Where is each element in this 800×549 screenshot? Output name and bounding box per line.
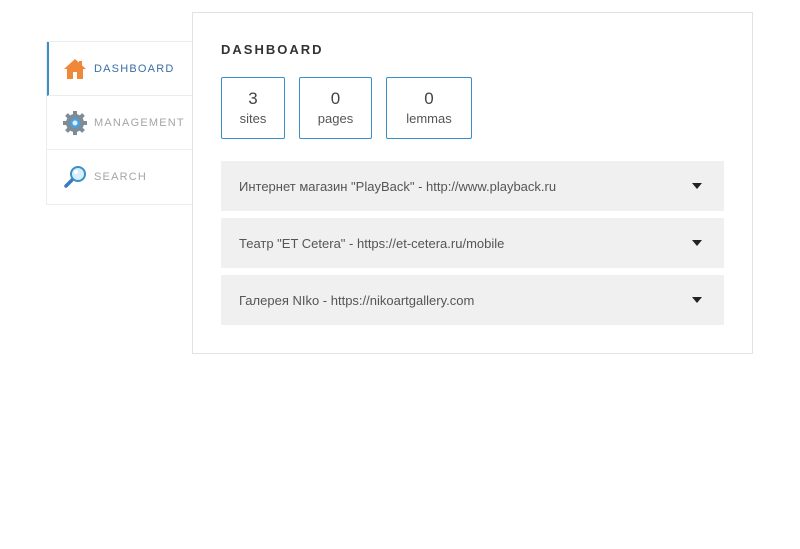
sidebar-item-management[interactable]: MANAGEMENT: [47, 96, 192, 150]
sidebar-nav: DASHBOARD MANAGEMENT SEARCH: [46, 41, 192, 205]
stat-card-sites: 3 sites: [221, 77, 285, 139]
magnifier-icon: [62, 164, 88, 190]
site-accordion-item[interactable]: Интернет магазин "PlayBack" - http://www…: [221, 161, 724, 211]
dashboard-panel: DASHBOARD 3 sites 0 pages 0 lemmas Интер…: [192, 12, 753, 354]
stat-label: sites: [239, 110, 267, 126]
stat-label: lemmas: [406, 110, 452, 126]
page-title: DASHBOARD: [221, 42, 324, 57]
site-accordion-item[interactable]: Галерея NIko - https://nikoartgallery.co…: [221, 275, 724, 325]
home-icon: [62, 56, 88, 82]
stat-card-lemmas: 0 lemmas: [386, 77, 472, 139]
sidebar-item-label: MANAGEMENT: [94, 116, 185, 129]
site-name: Театр "ET Cetera" - https://et-cetera.ru…: [239, 235, 505, 251]
sidebar-item-label: SEARCH: [94, 171, 148, 183]
sidebar-item-dashboard[interactable]: DASHBOARD: [47, 42, 192, 96]
chevron-down-icon[interactable]: [692, 183, 702, 189]
sidebar-item-label: DASHBOARD: [94, 62, 175, 75]
gear-icon: [62, 110, 88, 136]
stats-row: 3 sites 0 pages 0 lemmas: [221, 77, 486, 139]
site-name: Галерея NIko - https://nikoartgallery.co…: [239, 292, 475, 308]
site-list: Интернет магазин "PlayBack" - http://www…: [221, 161, 724, 332]
sidebar-item-search[interactable]: SEARCH: [47, 150, 192, 204]
chevron-down-icon[interactable]: [692, 297, 702, 303]
stat-value: 3: [248, 88, 258, 108]
stat-label: pages: [317, 110, 354, 126]
stat-value: 0: [424, 88, 434, 108]
chevron-down-icon[interactable]: [692, 240, 702, 246]
site-accordion-item[interactable]: Театр "ET Cetera" - https://et-cetera.ru…: [221, 218, 724, 268]
stat-value: 0: [330, 88, 341, 108]
stat-card-pages: 0 pages: [299, 77, 372, 139]
site-name: Интернет магазин "PlayBack" - http://www…: [239, 178, 557, 194]
